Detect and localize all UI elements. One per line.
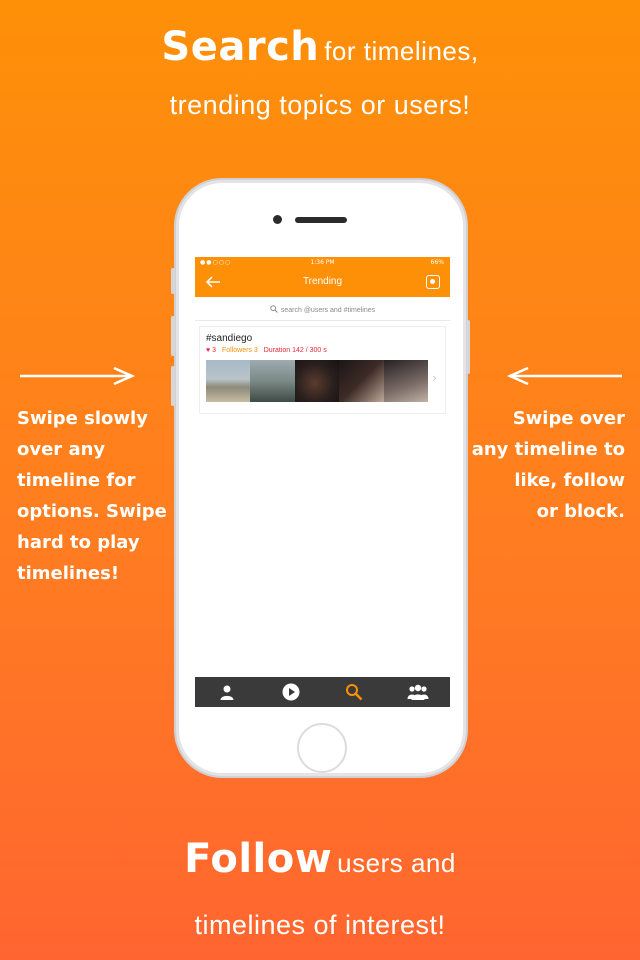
- right-caption-line: any timeline to: [471, 439, 625, 460]
- tab-search[interactable]: [323, 677, 387, 707]
- headline-follow-word: Follow: [184, 836, 333, 882]
- timeline-hashtag: #sandiego: [206, 333, 253, 344]
- earpiece-speaker: [295, 217, 347, 223]
- left-caption-line: Swipe slowly: [17, 408, 148, 429]
- tab-community[interactable]: [386, 677, 450, 707]
- power-button: [466, 320, 470, 374]
- app-screen: ●●○○○ 1:36 PM 66% Trending search @users…: [195, 257, 450, 707]
- left-caption-line: over any: [17, 439, 106, 460]
- right-caption-line: or block.: [536, 501, 625, 522]
- group-icon: [407, 684, 429, 700]
- tab-profile[interactable]: [195, 677, 259, 707]
- tab-play[interactable]: [259, 677, 323, 707]
- follower-count: Followers 3: [221, 347, 258, 354]
- right-caption-line: like, follow: [514, 470, 625, 491]
- home-button[interactable]: [297, 723, 347, 773]
- headline-top-rest: for timelines,: [324, 36, 479, 66]
- battery-level: 66%: [430, 259, 444, 266]
- thumbnail: [250, 360, 295, 402]
- headline-top-line2: trending topics or users!: [169, 90, 471, 120]
- thumbnail: [383, 360, 429, 402]
- headline-bottom-line2: timelines of interest!: [194, 910, 446, 940]
- phone-mockup: ●●○○○ 1:36 PM 66% Trending search @users…: [176, 180, 466, 776]
- thumbnail: [206, 360, 251, 402]
- profile-icon: [220, 685, 234, 700]
- volume-down-button: [171, 366, 175, 406]
- headline-top-line1: Search for timelines,: [0, 24, 640, 70]
- play-icon: [282, 683, 300, 701]
- search-icon: [270, 305, 278, 313]
- timeline-card[interactable]: #sandiego ♥ 3 Followers 3 Duration 142 /…: [199, 326, 446, 414]
- timeline-thumbnails[interactable]: [206, 360, 429, 402]
- heart-icon: ♥: [206, 347, 211, 354]
- status-time: 1:36 PM: [310, 259, 335, 266]
- search-icon: [346, 684, 363, 701]
- chevron-right-icon[interactable]: ›: [432, 371, 437, 385]
- search-placeholder: search @users and #timelines: [280, 307, 376, 314]
- tab-bar: [195, 677, 450, 707]
- mute-switch: [171, 268, 175, 294]
- left-caption: Swipe slowly over any timeline for optio…: [17, 403, 177, 589]
- front-camera: [273, 215, 282, 224]
- volume-up-button: [171, 316, 175, 356]
- left-caption-line: timeline for: [17, 470, 136, 491]
- right-caption: Swipe over any timeline to like, follow …: [455, 403, 625, 527]
- status-bar: ●●○○○ 1:36 PM 66%: [195, 257, 450, 269]
- timeline-duration: Duration 142 / 300 s: [263, 347, 327, 354]
- arrow-right-icon: [20, 366, 136, 386]
- left-caption-line: options. Swipe: [17, 501, 167, 522]
- headline-search-word: Search: [161, 24, 320, 70]
- thumbnail: [339, 360, 384, 402]
- left-caption-line: hard to play: [17, 532, 140, 553]
- search-input[interactable]: search @users and #timelines: [195, 297, 450, 321]
- headline-bottom-rest: users and: [337, 848, 456, 878]
- right-caption-line: Swipe over: [512, 408, 625, 429]
- thumbnail: [294, 360, 340, 402]
- headline-bottom-line1: Follow users and: [0, 836, 640, 882]
- like-count: 3: [212, 347, 217, 354]
- camera-icon[interactable]: [426, 275, 440, 289]
- left-caption-line: timelines!: [17, 563, 120, 584]
- nav-bar: Trending: [195, 269, 450, 297]
- page-title: Trending: [302, 276, 343, 287]
- timeline-meta: ♥ 3 Followers 3 Duration 142 / 300 s: [206, 347, 439, 354]
- arrow-left-icon: [506, 366, 622, 386]
